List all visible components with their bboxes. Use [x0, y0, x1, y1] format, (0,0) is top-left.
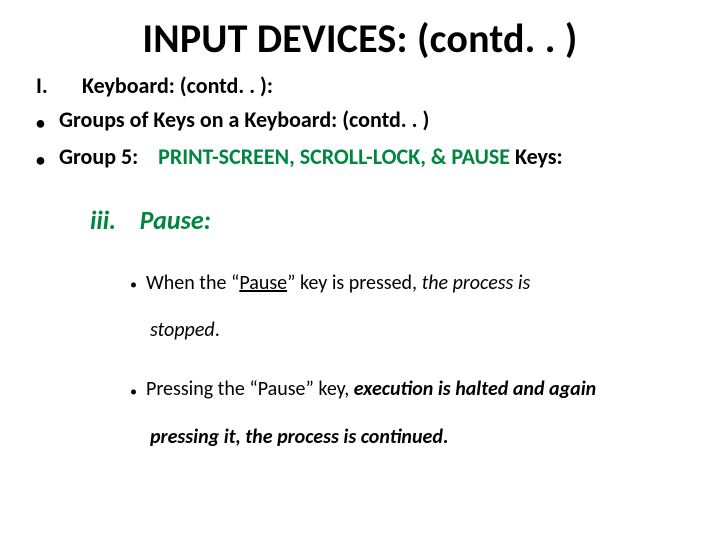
- bullet-icon: [36, 144, 54, 174]
- b1-pre: When the “: [146, 271, 239, 295]
- line-keyboard: I. Keyboard: (contd. . ):: [36, 71, 700, 101]
- group5-tail: Keys:: [510, 143, 563, 170]
- group5-green: PRINT-SCREEN, SCROLL-LOCK, & PAUSE: [158, 143, 510, 170]
- b1-italic2: stopped: [150, 318, 215, 342]
- sub-item-2: Pressing the “Pause” key, execution is h…: [130, 366, 700, 461]
- line-groups: Groups of Keys on a Keyboard: (contd. . …: [36, 105, 700, 137]
- line-keyboard-text: Keyboard: (contd. . ):: [82, 72, 273, 99]
- b1-period: .: [215, 318, 220, 342]
- b1-pause: Pause: [239, 271, 287, 295]
- pause-header: iii. Pause:: [90, 204, 700, 236]
- line-groups-text: Groups of Keys on a Keyboard: (contd. . …: [59, 106, 429, 133]
- b1-italic1: the process is: [422, 271, 531, 295]
- bullet-icon: [130, 367, 146, 414]
- bullet-icon: [130, 260, 146, 307]
- slide: INPUT DEVICES: (contd. . ) I. Keyboard: …: [0, 0, 720, 540]
- slide-title: INPUT DEVICES: (contd. . ): [0, 0, 720, 63]
- b2-bi1: execution is halted and again: [354, 377, 596, 401]
- line-group5: Group 5: PRINT-SCREEN, SCROLL-LOCK, & PA…: [36, 142, 700, 174]
- b2-period: .: [443, 425, 448, 449]
- pause-label: Pause:: [140, 204, 211, 236]
- b1-mid: ” key is pressed,: [287, 271, 421, 295]
- group5-label: Group 5:: [59, 143, 138, 170]
- b2-bi2: pressing it, the process is continued: [150, 425, 443, 449]
- bullet-icon: [36, 107, 54, 137]
- sub-item-1: When the “Pause” key is pressed, the pro…: [130, 260, 700, 355]
- b2-pre: Pressing the “Pause” key,: [146, 377, 354, 401]
- roman-marker: I.: [36, 71, 58, 101]
- pause-marker: iii.: [90, 204, 116, 236]
- slide-body: I. Keyboard: (contd. . ): Groups of Keys…: [0, 63, 720, 461]
- sub-list: When the “Pause” key is pressed, the pro…: [130, 260, 700, 461]
